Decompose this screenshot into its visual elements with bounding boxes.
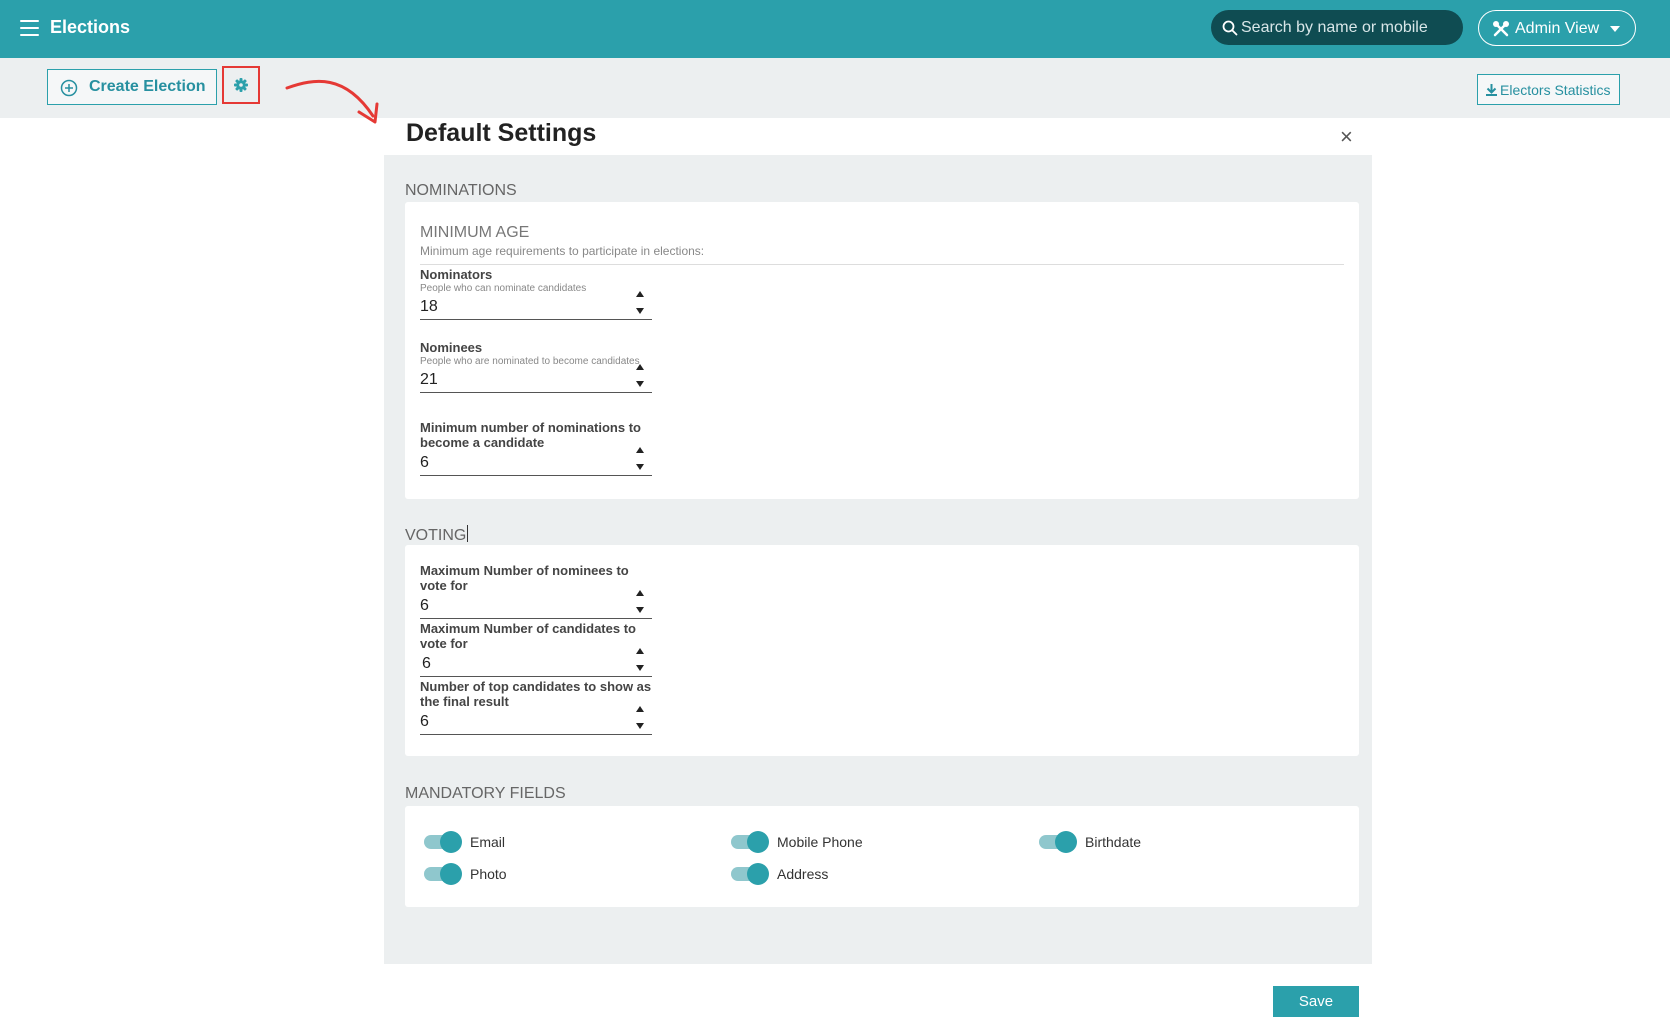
spin-down-icon[interactable] xyxy=(636,723,644,729)
admin-view-dropdown[interactable]: Admin View xyxy=(1478,10,1636,46)
admin-view-label: Admin View xyxy=(1515,20,1600,37)
minimum-age-title: MINIMUM AGE xyxy=(420,224,530,241)
gear-icon xyxy=(234,78,248,92)
max-candidates-number-input[interactable]: 6 xyxy=(420,648,652,677)
spin-up-icon[interactable] xyxy=(636,447,644,453)
max-candidates-field: Maximum Number of candidates to vote for… xyxy=(420,621,652,677)
max-nominees-number-input[interactable]: 6 xyxy=(420,590,652,619)
divider xyxy=(420,264,1344,265)
address-toggle-switch[interactable] xyxy=(731,863,769,885)
voting-heading-text: VOTING xyxy=(405,527,467,544)
spin-up-icon[interactable] xyxy=(636,364,644,370)
max-nominees-value: 6 xyxy=(420,597,429,614)
mobile-phone-toggle-switch[interactable] xyxy=(731,831,769,853)
mandatory-fields-card: Email Mobile Phone Birthdate Photo Addre… xyxy=(405,806,1359,907)
min-nominations-field: Minimum number of nominations to become … xyxy=(420,420,652,476)
max-candidates-label: Maximum Number of candidates to vote for xyxy=(420,621,636,651)
nominees-value: 21 xyxy=(420,371,438,388)
settings-panel: NOMINATIONS MINIMUM AGE Minimum age requ… xyxy=(384,155,1372,964)
nominees-hint: People who are nominated to become candi… xyxy=(420,356,640,367)
minimum-age-description: Minimum age requirements to participate … xyxy=(420,244,705,258)
address-toggle-label: Address xyxy=(777,866,829,882)
search-icon xyxy=(1222,20,1238,36)
nominators-field: Nominators People who can nominate candi… xyxy=(420,267,652,320)
create-election-label: Create Election xyxy=(89,78,206,95)
plus-circle-icon xyxy=(60,79,78,97)
annotation-arrow-icon xyxy=(285,79,379,124)
min-nominations-label: Minimum number of nominations to become … xyxy=(420,420,641,450)
search-box[interactable] xyxy=(1211,10,1463,45)
email-toggle-label: Email xyxy=(470,834,506,850)
nominations-card: MINIMUM AGE Minimum age requirements to … xyxy=(405,202,1359,499)
hamburger-menu-icon[interactable] xyxy=(20,20,39,36)
spin-up-icon[interactable] xyxy=(636,706,644,712)
nominees-field: Nominees People who are nominated to bec… xyxy=(420,340,652,393)
birthdate-toggle-switch[interactable] xyxy=(1039,831,1077,853)
app-title: Elections xyxy=(50,17,131,37)
chevron-down-icon xyxy=(1610,26,1620,32)
spin-down-icon[interactable] xyxy=(636,381,644,387)
email-toggle-switch[interactable] xyxy=(424,831,462,853)
max-nominees-label: Maximum Number of nominees to vote for xyxy=(420,563,629,593)
create-election-button[interactable]: Create Election xyxy=(47,69,217,105)
birthdate-toggle-label: Birthdate xyxy=(1085,834,1142,850)
spin-up-icon[interactable] xyxy=(636,648,644,654)
min-nominations-value: 6 xyxy=(420,454,429,471)
download-icon xyxy=(1486,84,1497,96)
nominations-heading: NOMINATIONS xyxy=(405,182,517,199)
nominators-label: Nominators xyxy=(420,267,493,282)
nominators-hint: People who can nominate candidates xyxy=(420,283,587,294)
spin-up-icon[interactable] xyxy=(636,291,644,297)
mandatory-fields-heading: MANDATORY FIELDS xyxy=(405,785,566,802)
spin-down-icon[interactable] xyxy=(636,308,644,314)
voting-heading: VOTING xyxy=(405,525,469,545)
top-app-bar: Elections Admin View xyxy=(0,0,1670,58)
nominators-number-input[interactable]: 18 xyxy=(420,291,652,320)
max-nominees-field: Maximum Number of nominees to vote for 6 xyxy=(420,563,652,619)
voting-card: Maximum Number of nominees to vote for 6… xyxy=(405,545,1359,756)
photo-toggle-switch[interactable] xyxy=(424,863,462,885)
top-candidates-label: Number of top candidates to show as the … xyxy=(420,679,652,709)
min-nominations-number-input[interactable]: 6 xyxy=(420,447,652,476)
spin-down-icon[interactable] xyxy=(636,607,644,613)
top-candidates-field: Number of top candidates to show as the … xyxy=(420,679,652,735)
nominators-value: 18 xyxy=(420,298,438,315)
settings-gear-button[interactable] xyxy=(222,66,260,104)
electors-statistics-label: Electors Statistics xyxy=(1500,82,1611,98)
text-cursor xyxy=(467,525,469,542)
dialog-title: Default Settings xyxy=(406,119,597,147)
save-button-label: Save xyxy=(1298,993,1334,1010)
nominees-number-input[interactable]: 21 xyxy=(420,364,652,393)
search-input[interactable] xyxy=(1241,10,1451,45)
spin-down-icon[interactable] xyxy=(636,464,644,470)
spin-down-icon[interactable] xyxy=(636,665,644,671)
top-candidates-value: 6 xyxy=(420,713,429,730)
max-candidates-value: 6 xyxy=(422,655,431,672)
nominees-label: Nominees xyxy=(420,340,483,355)
save-button[interactable]: Save xyxy=(1273,986,1359,1017)
tools-icon xyxy=(1493,21,1509,37)
electors-statistics-button[interactable]: Electors Statistics xyxy=(1477,74,1620,105)
toolbar: Create Election Electors Statistics xyxy=(0,58,1670,118)
photo-toggle-label: Photo xyxy=(470,866,507,882)
close-icon[interactable]: × xyxy=(1340,124,1353,150)
spin-up-icon[interactable] xyxy=(636,590,644,596)
mobile-phone-toggle-label: Mobile Phone xyxy=(777,834,863,850)
top-candidates-number-input[interactable]: 6 xyxy=(420,706,652,735)
